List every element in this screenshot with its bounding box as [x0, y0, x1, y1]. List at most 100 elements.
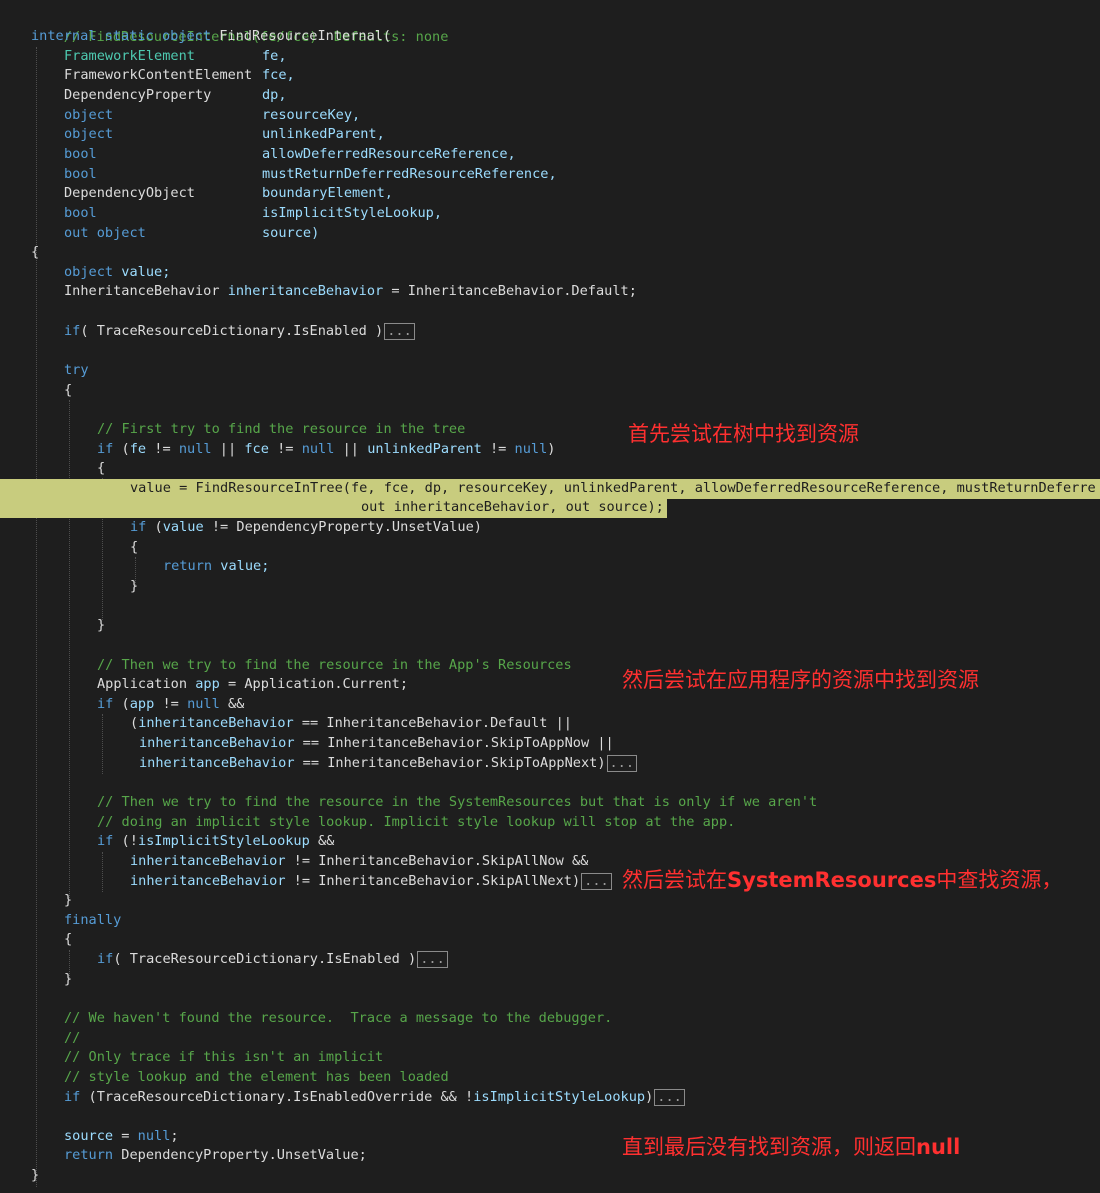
param-name: resourceKey, — [262, 107, 361, 123]
param-line: object unlinkedParent, — [64, 125, 385, 145]
param-line: DependencyObject boundaryElement, — [64, 184, 393, 204]
collapsed-region-button[interactable]: ... — [654, 1089, 685, 1106]
identifier: fe — [129, 441, 147, 457]
identifier: app — [129, 696, 155, 712]
code-line: // First try to find the resource in the… — [97, 420, 465, 440]
code-line: InheritanceBehavior inheritanceBehavior … — [64, 282, 637, 302]
param-type: bool — [64, 205, 97, 221]
code-text: && — [309, 833, 335, 849]
code-line: // Then we try to find the resource in t… — [97, 793, 817, 813]
identifier: inheritanceBehavior — [130, 853, 286, 869]
code-text: != DependencyProperty.UnsetValue) — [203, 519, 482, 535]
annotation-tree: 首先尝试在树中找到资源 — [628, 422, 859, 446]
identifier: inheritanceBehavior — [139, 755, 295, 771]
keyword: null — [187, 696, 220, 712]
identifier: value; — [121, 264, 171, 280]
code-line: inheritanceBehavior != InheritanceBehavi… — [130, 872, 612, 892]
code-text: != InheritanceBehavior.SkipAllNext) — [285, 873, 581, 889]
brace: { — [64, 931, 73, 947]
indent-guide — [102, 852, 103, 892]
keyword: if — [97, 833, 114, 849]
indent-guide — [36, 47, 37, 1187]
code-line: // FindResourceInternal(fe/fce) Defaults… — [31, 8, 449, 45]
code-line: source = null; — [64, 1127, 179, 1147]
code-text: || — [211, 441, 245, 457]
modifiers: internal static object — [31, 28, 212, 44]
annotation-app: 然后尝试在应用程序的资源中找到资源 — [622, 668, 979, 692]
brace: } — [97, 617, 106, 633]
brace: } — [64, 971, 73, 987]
collapsed-region-button[interactable]: ... — [384, 323, 415, 340]
indent-guide — [69, 400, 70, 898]
code-text: == InheritanceBehavior.Default || — [293, 715, 572, 731]
param-type: bool — [64, 146, 97, 162]
keyword: null — [178, 441, 212, 457]
code-text: = Application.Current; — [219, 676, 409, 692]
type-name: Application — [97, 676, 188, 692]
param-line: object resourceKey, — [64, 106, 360, 126]
code-text: == InheritanceBehavior.SkipToAppNext) — [294, 755, 606, 771]
annotation-text: 然后尝试在 — [622, 868, 727, 892]
code-line: // doing an implicit style lookup. Impli… — [97, 813, 735, 833]
param-line: out object source) — [64, 224, 319, 244]
code-comment: // Only trace if this isn't an implicit — [64, 1049, 384, 1065]
param-line: DependencyProperty dp, — [64, 86, 287, 106]
code-text: DependencyProperty.UnsetValue; — [113, 1147, 367, 1163]
param-name: boundaryElement, — [262, 185, 393, 201]
param-type: DependencyProperty — [64, 87, 212, 103]
param-name: mustReturnDeferredResourceReference, — [262, 166, 557, 182]
keyword: if — [97, 696, 114, 712]
selected-code-line[interactable]: out inheritanceBehavior, out source); — [361, 498, 664, 518]
brace: } — [64, 892, 73, 908]
code-text: = InheritanceBehavior.Default; — [383, 283, 637, 299]
selected-code-line[interactable]: value = FindResourceInTree(fe, fce, dp, … — [130, 479, 1096, 499]
type-name: InheritanceBehavior — [64, 283, 220, 299]
code-text: != InheritanceBehavior.SkipAllNow && — [285, 853, 589, 869]
code-line: return DependencyProperty.UnsetValue; — [64, 1146, 367, 1166]
identifier: value; — [212, 558, 270, 574]
annotation-bold-text: SystemResources — [727, 868, 937, 892]
annotation-bold-text: null — [916, 1135, 961, 1159]
code-comment: // First try to find the resource in the… — [97, 421, 466, 437]
param-line: FrameworkContentElement fce, — [64, 66, 295, 86]
code-line: object value; — [64, 263, 170, 283]
keyword: if — [64, 323, 81, 339]
keyword: if — [97, 441, 114, 457]
code-text: = — [113, 1128, 138, 1144]
code-line: internal static object FindResourceInter… — [31, 27, 391, 47]
annotation-return-null: 直到最后没有找到资源，则返回null — [622, 1131, 960, 1161]
collapsed-region-button[interactable]: ... — [581, 873, 612, 890]
brace: { — [64, 382, 73, 398]
code-line: inheritanceBehavior != InheritanceBehavi… — [130, 852, 588, 872]
collapsed-region-button[interactable]: ... — [417, 951, 448, 968]
code-line: if( TraceResourceDictionary.IsEnabled ).… — [97, 950, 448, 970]
collapsed-region-button[interactable]: ... — [606, 755, 638, 772]
param-type: FrameworkContentElement — [64, 67, 253, 83]
code-editor[interactable]: // FindResourceInternal(fe/fce) Defaults… — [0, 0, 1100, 1193]
code-text: != — [481, 441, 515, 457]
identifier: isImplicitStyleLookup — [137, 833, 310, 849]
param-line: bool isImplicitStyleLookup, — [64, 204, 442, 224]
identifier: inheritanceBehavior — [130, 873, 286, 889]
identifier: source — [64, 1128, 114, 1144]
identifier: isImplicitStyleLookup — [473, 1089, 646, 1105]
keyword: if — [130, 519, 147, 535]
code-line: if (fe != null || fce != null || unlinke… — [97, 440, 555, 460]
code-line: Application app = Application.Current; — [97, 675, 408, 695]
keyword: try — [64, 362, 89, 378]
code-line: // We haven't found the resource. Trace … — [64, 1009, 612, 1029]
keyword: null — [137, 1128, 171, 1144]
code-text: ) — [645, 1089, 654, 1105]
brace: } — [130, 578, 139, 594]
code-comment: // style lookup and the element has been… — [64, 1069, 449, 1085]
code-text: (! — [113, 833, 138, 849]
identifier: unlinkedParent — [367, 441, 482, 457]
code-text: ( — [130, 715, 139, 731]
keyword: return — [163, 558, 213, 574]
code-line: if( TraceResourceDictionary.IsEnabled ).… — [64, 322, 415, 342]
keyword: finally — [64, 912, 122, 928]
param-name: source) — [262, 225, 320, 241]
keyword: if — [64, 1089, 81, 1105]
code-text: || — [334, 441, 368, 457]
code-line: finally — [64, 911, 121, 931]
